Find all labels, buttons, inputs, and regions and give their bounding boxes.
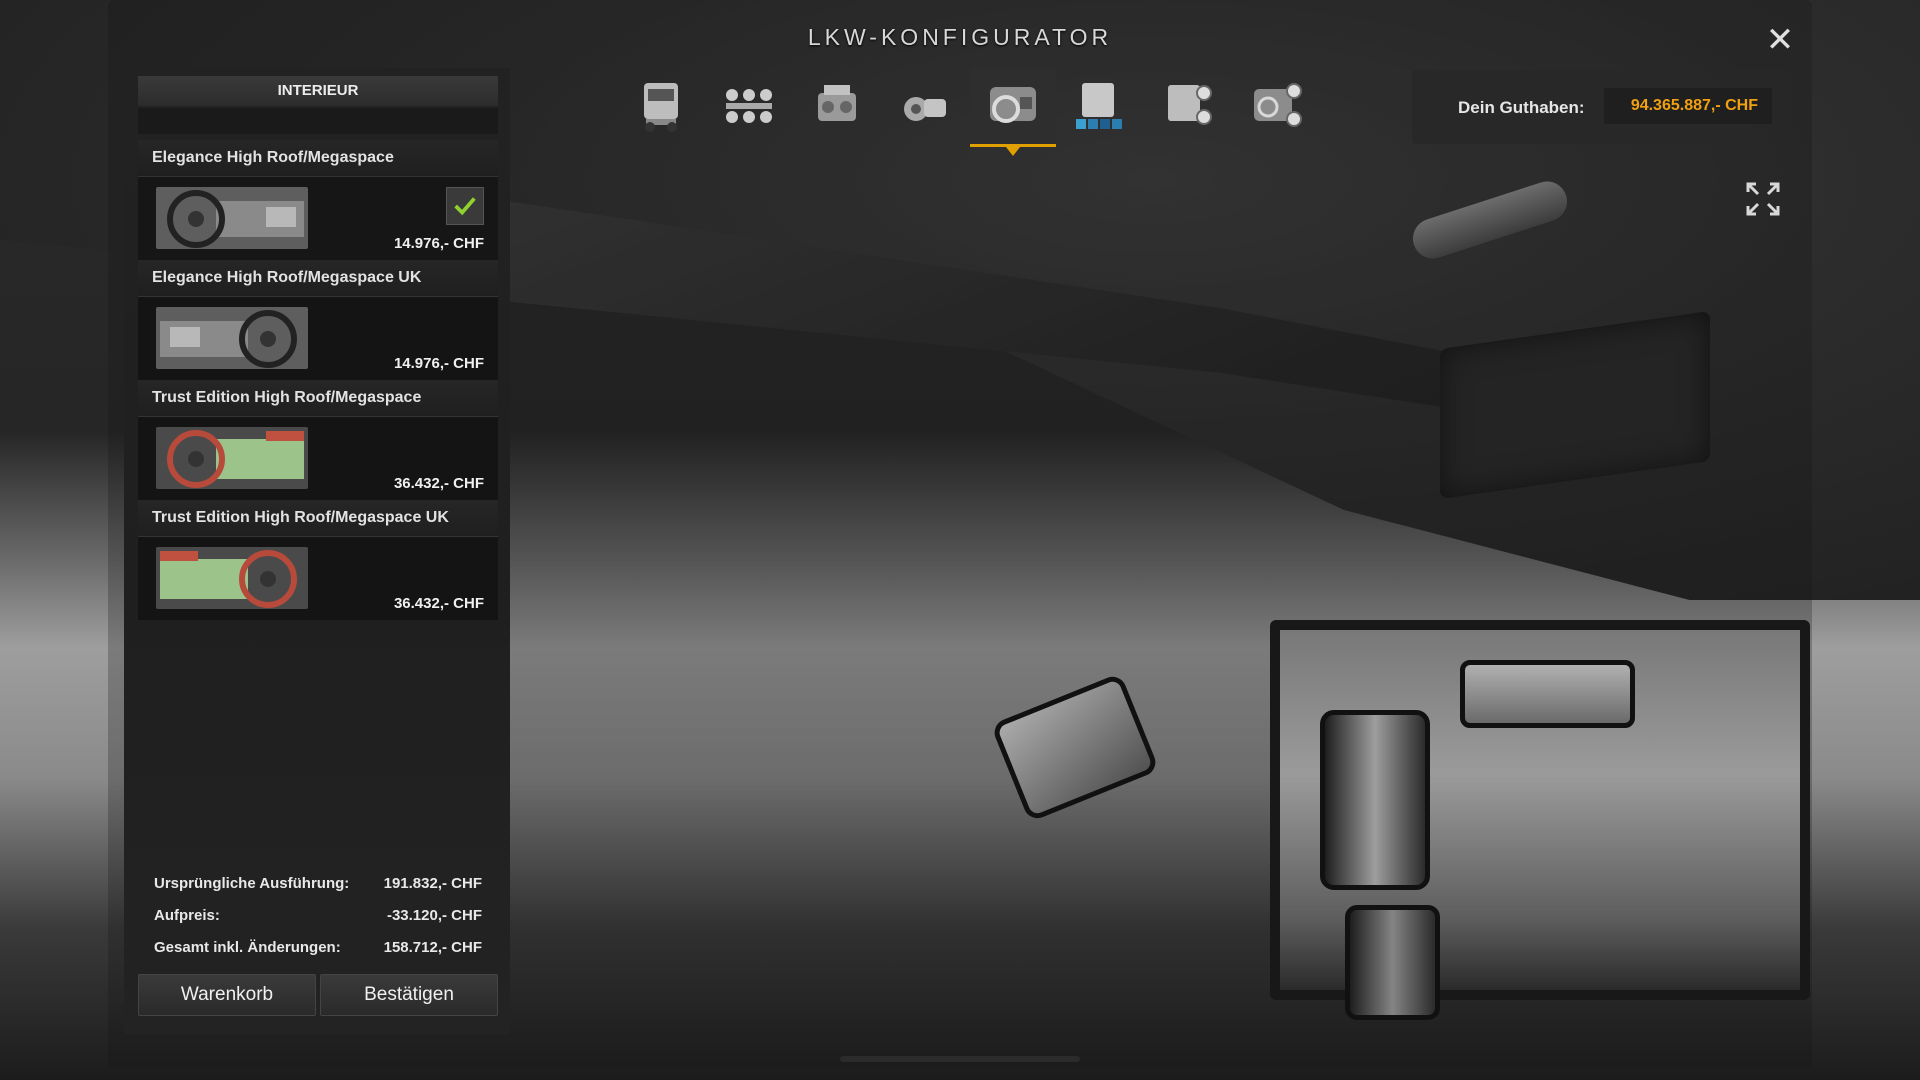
item-title: Trust Edition High Roof/Megaspace UK	[138, 500, 498, 537]
tab-engine[interactable]	[794, 68, 880, 144]
list-item: Elegance High Roof/Megaspace UK 14.976,-…	[138, 260, 498, 380]
summary-surcharge: Aufpreis: -33.120,- CHF	[138, 900, 498, 932]
truck-accessories-icon	[1168, 85, 1212, 125]
list-item: Trust Edition High Roof/Megaspace 36.432…	[138, 380, 498, 500]
selected-check	[446, 187, 484, 225]
interior-list: Elegance High Roof/Megaspace 14.976,- CH…	[138, 140, 498, 620]
bottom-handle	[840, 1056, 1080, 1062]
item-price: 14.976,- CHF	[393, 355, 484, 372]
truck-paint-icon	[1076, 83, 1122, 129]
action-buttons: Warenkorb Bestätigen	[138, 974, 498, 1016]
item-price: 14.976,- CHF	[393, 235, 484, 252]
title-bar: LKW-KONFIGURATOR ✕	[0, 0, 1920, 78]
panel-heading: INTERIEUR	[138, 76, 498, 106]
item-title: Elegance High Roof/Megaspace UK	[138, 260, 498, 297]
item-option[interactable]: 14.976,- CHF	[138, 297, 498, 380]
tab-chassis[interactable]	[706, 68, 792, 144]
item-option[interactable]: 14.976,- CHF	[138, 177, 498, 260]
balance-value: 94.365.887,- CHF	[1604, 88, 1772, 124]
fullscreen-button[interactable]	[1746, 182, 1780, 216]
summary-value: -33.120,- CHF	[386, 907, 482, 924]
summary-original: Ursprüngliche Ausführung: 191.832,- CHF	[138, 868, 498, 900]
item-option[interactable]: 36.432,- CHF	[138, 537, 498, 620]
dashboard-thumbnail	[156, 307, 308, 369]
item-price: 36.432,- CHF	[393, 595, 484, 612]
expand-icon	[1746, 182, 1780, 216]
window-title: LKW-KONFIGURATOR	[807, 24, 1113, 50]
close-button[interactable]: ✕	[1764, 23, 1796, 57]
summary-value: 191.832,- CHF	[383, 875, 482, 892]
truck-front-icon	[644, 83, 678, 132]
summary-label: Ursprüngliche Ausführung:	[154, 875, 350, 892]
tab-interior[interactable]	[970, 68, 1056, 156]
dashboard-thumbnail	[156, 427, 308, 489]
transmission-icon	[904, 97, 946, 121]
balance-box: Dein Guthaben: 94.365.887,- CHF	[1412, 70, 1792, 144]
tab-interior-accessories[interactable]	[1234, 68, 1320, 144]
balance-label: Dein Guthaben:	[1458, 98, 1585, 117]
interior-accessories-icon	[1254, 83, 1302, 127]
item-option[interactable]: 36.432,- CHF	[138, 417, 498, 500]
chassis-icon	[726, 89, 772, 123]
summary-label: Gesamt inkl. Änderungen:	[154, 939, 341, 956]
list-item: Elegance High Roof/Megaspace 14.976,- CH…	[138, 140, 498, 260]
item-price: 36.432,- CHF	[393, 475, 484, 492]
summary-value: 158.712,- CHF	[383, 939, 482, 956]
item-title: Trust Edition High Roof/Megaspace	[138, 380, 498, 417]
summary-label: Aufpreis:	[154, 907, 220, 924]
checkmark-icon	[454, 197, 476, 216]
tab-accessories[interactable]	[1146, 68, 1232, 144]
interior-icon	[990, 87, 1036, 123]
list-item: Trust Edition High Roof/Megaspace UK 36.…	[138, 500, 498, 620]
confirm-button[interactable]: Bestätigen	[320, 974, 498, 1016]
cart-button[interactable]: Warenkorb	[138, 974, 316, 1016]
tab-paint[interactable]	[1058, 68, 1144, 144]
price-summary: Ursprüngliche Ausführung: 191.832,- CHF …	[138, 868, 498, 964]
engine-icon	[818, 85, 856, 121]
item-title: Elegance High Roof/Megaspace	[138, 140, 498, 177]
category-tabs	[618, 68, 1320, 156]
tab-transmission[interactable]	[882, 68, 968, 144]
tab-truck[interactable]	[618, 68, 704, 144]
dashboard-thumbnail	[156, 547, 308, 609]
dashboard-thumbnail	[156, 187, 308, 249]
panel-subheader	[138, 108, 498, 134]
summary-total: Gesamt inkl. Änderungen: 158.712,- CHF	[138, 932, 498, 964]
interior-panel: INTERIEUR Elegance High Roof/Megaspace 1…	[124, 68, 510, 1034]
